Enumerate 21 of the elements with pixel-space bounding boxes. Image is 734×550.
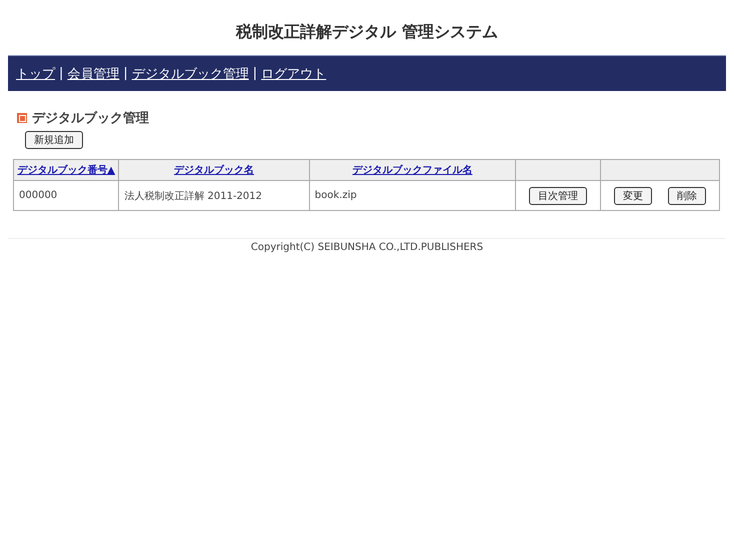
section-title: デジタルブック管理 bbox=[32, 110, 149, 127]
nav-link[interactable]: デジタルブック管理 bbox=[132, 64, 249, 82]
square-icon bbox=[17, 113, 27, 123]
page-title: 税制改正詳解デジタル 管理システム bbox=[236, 21, 498, 43]
row-button[interactable]: 目次管理 bbox=[528, 186, 587, 204]
table-cell: 法人税制改正詳解 2011-2012 bbox=[118, 180, 310, 210]
nav-link[interactable]: トップ bbox=[16, 64, 55, 82]
table-cell: book.zip bbox=[309, 180, 516, 210]
nav-separator: | bbox=[123, 66, 128, 81]
nav-separator: | bbox=[252, 66, 258, 81]
row-button[interactable]: 変更 bbox=[614, 186, 652, 204]
sort-link[interactable]: デジタルブック番号▲ bbox=[17, 165, 115, 176]
add-button[interactable]: 新規追加 bbox=[25, 131, 83, 149]
nav-link[interactable]: ログアウト bbox=[261, 64, 326, 82]
nav-link[interactable]: 会員管理 bbox=[67, 64, 120, 82]
sort-link[interactable]: デジタルブックファイル名 bbox=[352, 165, 472, 176]
row-button[interactable]: 削除 bbox=[668, 186, 706, 204]
copyright-text: Copyright(C) SEIBUNSHA CO.,LTD.PUBLISHERS bbox=[250, 242, 484, 253]
sort-link[interactable]: デジタルブック名 bbox=[174, 165, 254, 176]
table-cell: 000000 bbox=[14, 180, 119, 210]
nav-separator: | bbox=[59, 66, 64, 81]
